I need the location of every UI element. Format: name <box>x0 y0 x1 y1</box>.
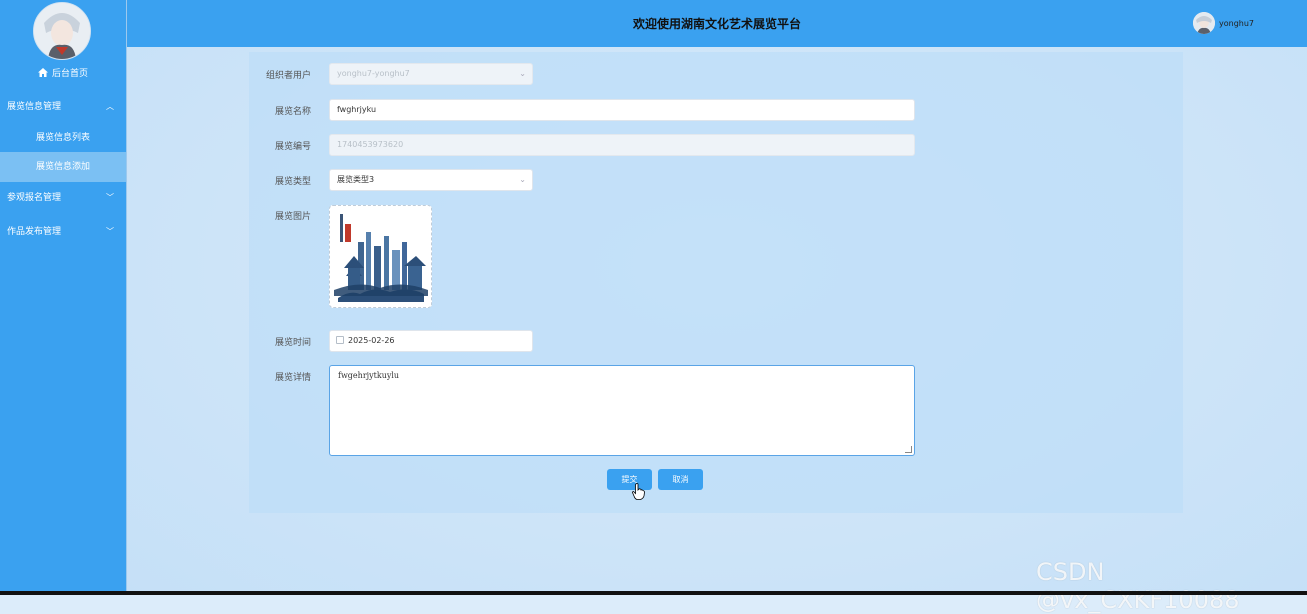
sidebar-item-label: 展览信息添加 <box>35 162 90 172</box>
organizer-value: yonghu7-yonghu7 <box>337 69 410 78</box>
chevron-up-icon: ︿ <box>106 102 114 111</box>
header: 欢迎使用湖南文化艺术展览平台 yonghu7 <box>127 0 1307 47</box>
sidebar-item-exhibition-list[interactable]: 展览信息列表 <box>0 123 126 153</box>
cancel-button[interactable]: 取消 <box>658 469 703 490</box>
exhibition-detail-value: fwgehrjytkuylu <box>338 371 400 380</box>
home-icon <box>37 60 48 77</box>
user-menu[interactable]: yonghu7 <box>1193 11 1254 35</box>
chevron-down-icon: ﹀ <box>106 193 114 202</box>
organizer-select: yonghu7-yonghu7 ⌄ <box>329 63 533 85</box>
sidebar-item-label: 展览信息列表 <box>35 133 90 143</box>
sidebar-item-label: 后台首页 <box>51 69 88 79</box>
sidebar-divider <box>126 0 127 595</box>
detail-label: 展览详情 <box>274 373 311 383</box>
organizer-label: 组织者用户 <box>265 71 311 81</box>
chevron-down-icon: ﹀ <box>106 227 114 236</box>
watermark: CSDN @vx_CXKF10088 <box>1036 558 1240 614</box>
sidebar-group-label: 作品发布管理 <box>7 227 62 237</box>
sidebar-group-exhibition[interactable]: 展览信息管理 ︿ <box>0 92 126 122</box>
submit-button[interactable]: 提交 <box>607 469 652 490</box>
exhibition-code-input: 1740453973620 <box>329 134 915 156</box>
exhibition-code-value: 1740453973620 <box>337 140 404 149</box>
page-title: 欢迎使用湖南文化艺术展览平台 <box>632 17 801 31</box>
exhibition-type-select[interactable]: 展览类型3 ⌄ <box>329 169 533 191</box>
image-label: 展览图片 <box>274 212 311 222</box>
name-label: 展览名称 <box>274 107 311 117</box>
sidebar-group-registration[interactable]: 参观报名管理 ﹀ <box>0 183 126 213</box>
resize-handle[interactable] <box>905 446 912 453</box>
calendar-icon <box>336 336 344 344</box>
avatar <box>1193 12 1215 34</box>
sidebar-avatar[interactable] <box>33 2 91 60</box>
exhibition-type-value: 展览类型3 <box>337 175 375 184</box>
exhibition-name-input[interactable]: fwghrjyku <box>329 99 915 121</box>
sidebar-group-works[interactable]: 作品发布管理 ﹀ <box>0 217 126 247</box>
exhibition-name-value: fwghrjyku <box>337 105 377 114</box>
exhibition-image-upload[interactable] <box>329 205 432 308</box>
exhibition-date-picker[interactable]: 2025-02-26 <box>329 330 533 352</box>
bottom-edge <box>0 591 1307 595</box>
chevron-down-icon: ⌄ <box>519 69 526 78</box>
sidebar-group-label: 参观报名管理 <box>7 193 62 203</box>
type-label: 展览类型 <box>274 177 311 187</box>
exhibition-image <box>330 206 431 307</box>
sidebar: 后台首页 展览信息管理 ︿ 展览信息列表 展览信息添加 参观报名管理 ﹀ 作品发… <box>0 0 126 595</box>
date-label: 展览时间 <box>274 338 311 348</box>
chevron-down-icon: ⌄ <box>519 175 526 184</box>
code-label: 展览编号 <box>274 142 311 152</box>
sidebar-item-home[interactable]: 后台首页 <box>0 59 126 89</box>
exhibition-detail-textarea[interactable]: fwgehrjytkuylu <box>329 365 915 456</box>
sidebar-item-exhibition-add[interactable]: 展览信息添加 <box>0 152 126 182</box>
username: yonghu7 <box>1219 18 1255 28</box>
hand-cursor-icon <box>632 483 645 500</box>
sidebar-group-label: 展览信息管理 <box>7 102 62 112</box>
exhibition-date-value: 2025-02-26 <box>348 336 395 345</box>
